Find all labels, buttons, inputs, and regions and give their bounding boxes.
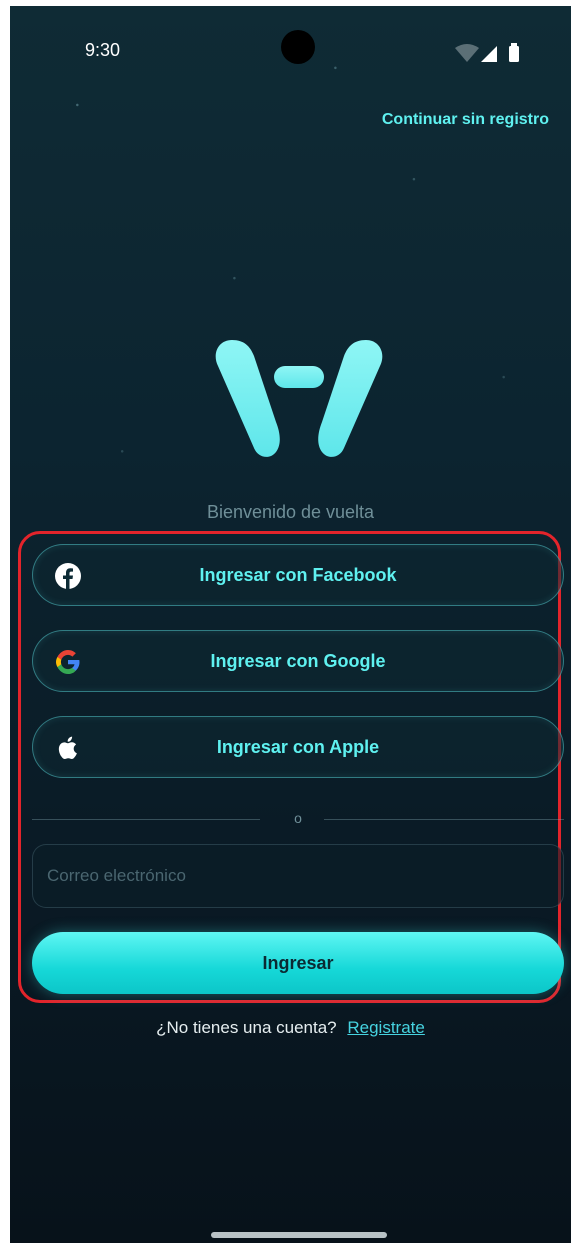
divider-text: o: [294, 810, 302, 826]
camera-cutout: [281, 30, 315, 64]
signal-icon: [481, 46, 497, 62]
signup-prompt: ¿No tienes una cuenta?: [156, 1018, 337, 1037]
facebook-login-label: Ingresar con Facebook: [199, 564, 397, 585]
or-divider: o: [32, 810, 564, 830]
submit-login-button[interactable]: Ingresar: [32, 932, 564, 994]
continue-without-registration-link[interactable]: Continuar sin registro: [382, 111, 549, 129]
home-indicator[interactable]: [211, 1232, 387, 1238]
signup-link[interactable]: Registrate: [347, 1018, 424, 1037]
facebook-login-button[interactable]: Ingresar con Facebook: [32, 544, 564, 606]
google-login-button[interactable]: Ingresar con Google: [32, 630, 564, 692]
status-bar: 9:30: [10, 6, 571, 86]
apple-login-label: Ingresar con Apple: [216, 736, 380, 757]
brand-logo-icon: [215, 340, 383, 457]
status-time: 9:30: [85, 40, 121, 60]
signup-row: ¿No tienes una cuenta? Registrate: [10, 1018, 571, 1038]
welcome-text: Bienvenido de vuelta: [206, 502, 375, 522]
apple-login-button[interactable]: Ingresar con Apple: [32, 716, 564, 778]
wifi-icon: [455, 44, 479, 62]
status-icons: [455, 43, 519, 62]
google-login-label: Ingresar con Google: [210, 650, 386, 671]
submit-login-label: Ingresar: [262, 952, 334, 973]
battery-icon: [509, 46, 519, 62]
divider-line-left: [32, 819, 260, 820]
email-input[interactable]: [32, 844, 564, 908]
divider-line-right: [324, 819, 564, 820]
phone-screen: 9:30 Continuar sin registro Bienvenido d…: [10, 6, 571, 1243]
